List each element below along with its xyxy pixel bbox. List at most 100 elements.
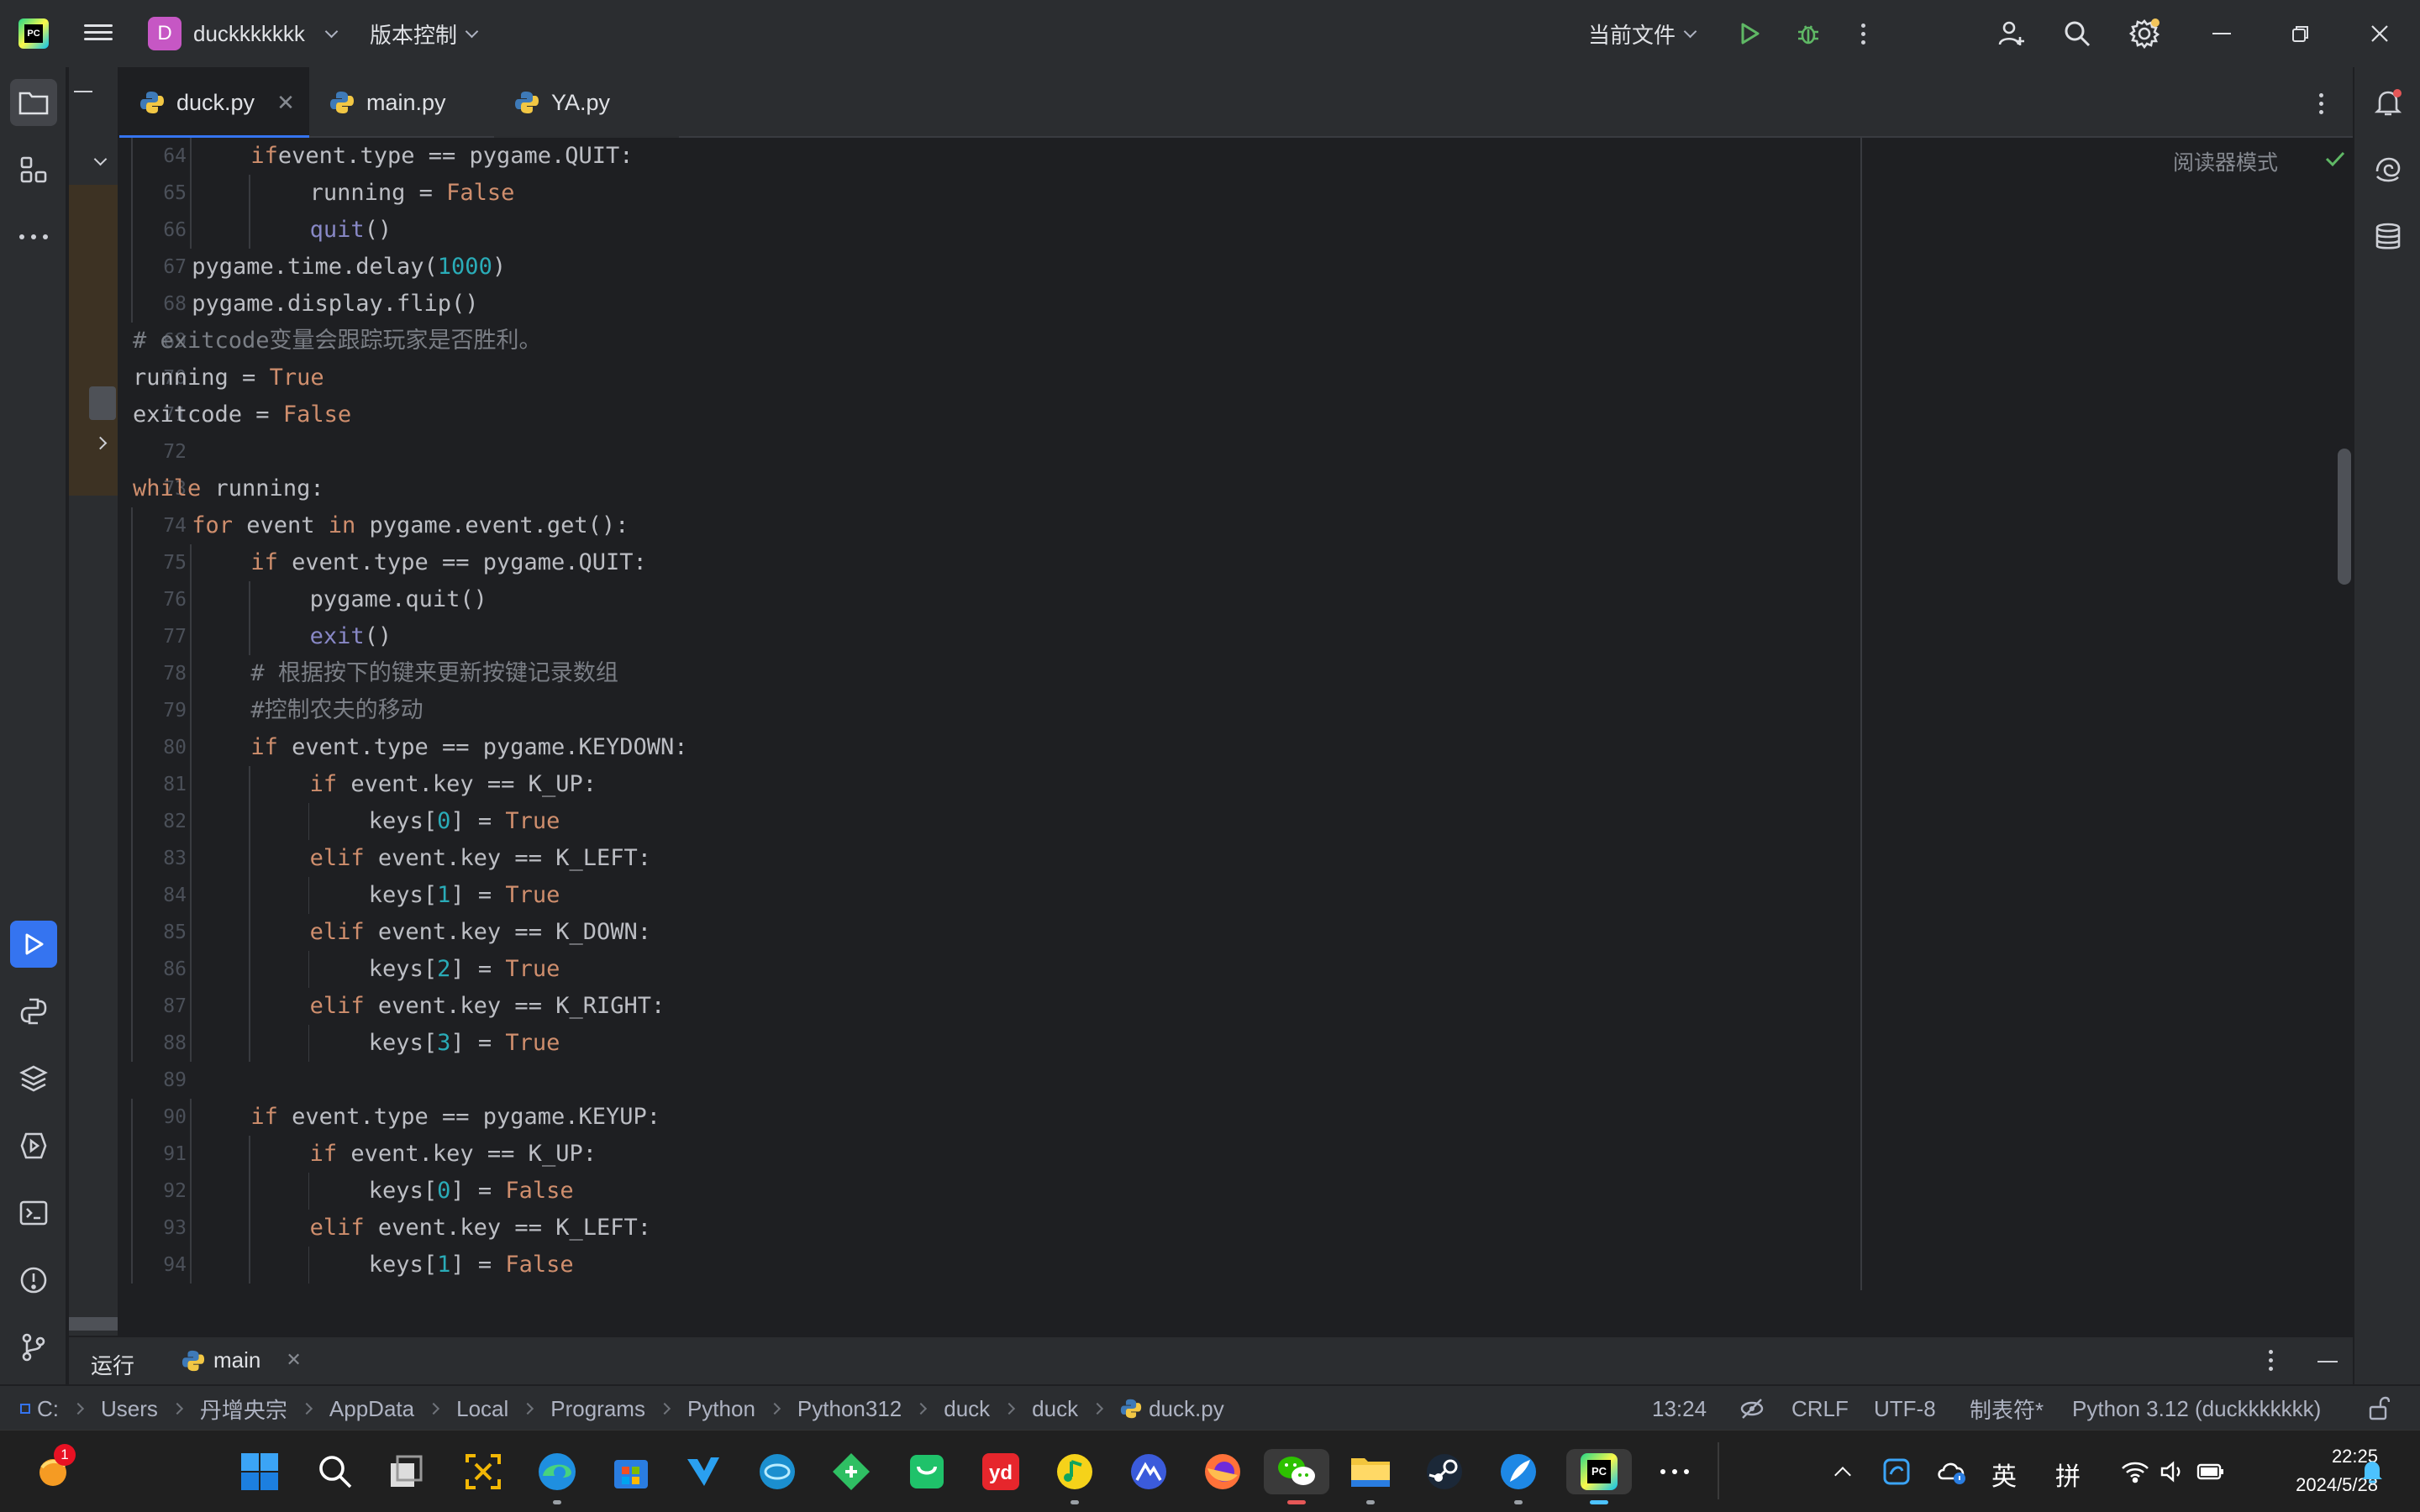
steam-icon[interactable]	[1422, 1449, 1467, 1494]
panel-horizontal-scrollbar[interactable]	[69, 1317, 118, 1331]
ime-language-indicator[interactable]: 英	[1991, 1456, 2017, 1493]
code-line[interactable]: elif event.key == K_DOWN:	[310, 914, 651, 951]
app-green-bag-icon[interactable]	[904, 1449, 950, 1494]
tab-ya-py[interactable]: YA.py	[494, 67, 679, 138]
breadcrumb-item[interactable]: Users	[101, 1396, 158, 1422]
code-line[interactable]: if event.type == pygame.KEYDOWN:	[250, 729, 687, 766]
start-button[interactable]	[237, 1449, 282, 1494]
unlock-icon[interactable]	[2368, 1396, 2390, 1421]
code-line[interactable]: for event in pygame.event.get():	[192, 507, 629, 544]
taskbar-search-icon[interactable]	[313, 1449, 358, 1494]
code-line[interactable]: pygame.display.flip()	[192, 286, 478, 323]
inspections-off-icon[interactable]	[1739, 1398, 1765, 1420]
file-encoding[interactable]: UTF-8	[1874, 1386, 1936, 1431]
tab-duck-py[interactable]: duck.py ✕	[119, 67, 309, 139]
taskbar-overflow-icon[interactable]	[1652, 1449, 1697, 1494]
indent-setting[interactable]: 制表符*	[1970, 1386, 2044, 1431]
code-line[interactable]: quit()	[310, 212, 392, 249]
pycharm-logo-icon[interactable]: PC	[18, 18, 49, 49]
tray-app-icon[interactable]	[1874, 1449, 1919, 1494]
project-switcher[interactable]: D duckkkkkkk	[148, 17, 339, 50]
more-actions-icon[interactable]	[1847, 17, 1881, 50]
microsoft-store-icon[interactable]	[608, 1449, 654, 1494]
run-tab-main[interactable]: main ✕	[182, 1347, 302, 1373]
code-line[interactable]: if event.key == K_UP:	[310, 766, 597, 803]
code-line[interactable]: keys[0] = False	[369, 1173, 574, 1210]
onedrive-sync-icon[interactable]	[1929, 1449, 1975, 1494]
code-line[interactable]: if event.type == pygame.QUIT:	[250, 544, 646, 581]
run-icon[interactable]	[1733, 17, 1766, 50]
database-icon[interactable]	[2365, 213, 2412, 260]
code-line[interactable]: running = False	[310, 175, 515, 212]
hide-run-window-icon[interactable]	[2317, 1361, 2338, 1362]
tab-main-py[interactable]: main.py	[309, 67, 494, 138]
code-line[interactable]: keys[0] = True	[369, 803, 560, 840]
settings-gear-icon[interactable]	[2128, 17, 2161, 50]
main-menu-icon[interactable]	[84, 20, 113, 47]
code-line[interactable]: elif event.key == K_LEFT:	[310, 840, 651, 877]
close-window-button[interactable]	[2354, 15, 2405, 52]
edge-browser-icon[interactable]	[534, 1449, 580, 1504]
code-line[interactable]: if event.key == K_UP:	[310, 1136, 597, 1173]
code-line[interactable]: ifevent.type == pygame.QUIT:	[250, 138, 633, 175]
battery-icon[interactable]	[2188, 1449, 2233, 1494]
code-editor[interactable]: 64 65 66 67 68 69 70 71 72 73 74 75 76 77 78 79 80 81 82 83…	[119, 138, 2353, 1290]
app-diamond-icon[interactable]	[829, 1449, 874, 1494]
run-tool-button[interactable]	[10, 921, 57, 968]
search-icon[interactable]	[2060, 17, 2094, 50]
code-line[interactable]: keys[2] = True	[369, 951, 560, 988]
python-packages-icon[interactable]	[10, 1055, 57, 1102]
close-tab-icon[interactable]: ✕	[276, 90, 295, 116]
app-orb-icon[interactable]	[755, 1449, 800, 1494]
code-line[interactable]: pygame.time.delay(1000)	[192, 249, 506, 286]
terminal-icon[interactable]	[10, 1189, 57, 1236]
code-line[interactable]: running = True	[133, 360, 324, 396]
code-line[interactable]: elif event.key == K_LEFT:	[310, 1210, 651, 1247]
code-line[interactable]: while running:	[133, 470, 324, 507]
reader-mode-toggle[interactable]: 阅读器模式	[2173, 146, 2278, 176]
panel-scroll-thumb[interactable]	[89, 386, 116, 420]
breadcrumb-item[interactable]: duck.py	[1149, 1396, 1224, 1422]
firefox-icon[interactable]	[1200, 1449, 1245, 1494]
hide-panel-icon[interactable]	[74, 91, 92, 92]
code-line[interactable]: pygame.quit()	[310, 581, 487, 618]
breadcrumb-item[interactable]: Programs	[550, 1396, 645, 1422]
git-branch-icon[interactable]	[10, 1324, 57, 1371]
minimize-window-button[interactable]	[2196, 15, 2247, 52]
services-icon[interactable]	[10, 1122, 57, 1169]
debug-icon[interactable]	[1791, 17, 1825, 50]
app-vee-icon[interactable]	[681, 1449, 726, 1494]
project-tool-button[interactable]	[10, 79, 57, 126]
close-run-tab-icon[interactable]: ✕	[286, 1350, 301, 1371]
music-app-icon[interactable]	[1052, 1449, 1097, 1504]
no-problems-check-icon[interactable]	[2324, 150, 2346, 168]
structure-tool-button[interactable]	[10, 146, 57, 193]
code-line[interactable]: elif event.key == K_RIGHT:	[310, 988, 666, 1025]
ai-assistant-icon[interactable]	[2365, 146, 2412, 193]
app-feather-icon[interactable]	[1496, 1449, 1541, 1504]
breadcrumb-item[interactable]: duck	[944, 1396, 990, 1422]
pycharm-taskbar-icon[interactable]: PC	[1566, 1449, 1632, 1504]
code-line[interactable]: #控制农夫的移动	[250, 692, 423, 729]
breadcrumb-item[interactable]: Local	[456, 1396, 508, 1422]
ime-mode-indicator[interactable]: 拼	[2055, 1456, 2081, 1493]
code-line[interactable]: exit()	[310, 618, 392, 655]
app-mountain-icon[interactable]	[1126, 1449, 1171, 1494]
code-line[interactable]: keys[1] = False	[369, 1247, 574, 1284]
notifications-bell-icon[interactable]	[2365, 79, 2412, 126]
task-view-icon[interactable]	[383, 1449, 429, 1494]
show-hidden-icons-chevron-up-icon[interactable]	[1820, 1449, 1865, 1494]
breadcrumb-item[interactable]: duck	[1032, 1396, 1078, 1422]
run-configuration-selector[interactable]: 当前文件	[1588, 18, 1697, 50]
code-line[interactable]: keys[3] = True	[369, 1025, 560, 1062]
problems-icon[interactable]	[10, 1257, 57, 1304]
youdao-dictionary-icon[interactable]: yd	[978, 1449, 1023, 1494]
notification-center-bell-icon[interactable]	[2349, 1449, 2395, 1494]
python-console-icon[interactable]	[10, 988, 57, 1035]
editor-scroll-thumb[interactable]	[2338, 449, 2351, 585]
chevron-right-icon[interactable]	[93, 436, 108, 450]
more-tools-icon[interactable]	[10, 213, 57, 260]
code-line[interactable]: # exitcode变量会跟踪玩家是否胜利。	[133, 323, 542, 360]
breadcrumb-item[interactable]: Python312	[797, 1396, 902, 1422]
breadcrumb-item[interactable]: C:	[37, 1396, 59, 1422]
